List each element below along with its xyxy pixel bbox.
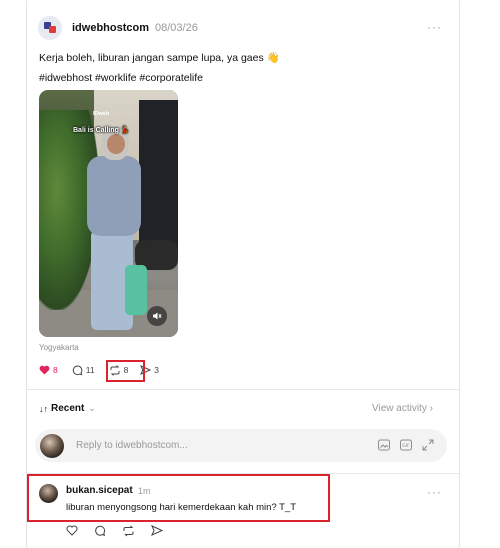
more-options-icon[interactable]: ···: [427, 485, 442, 499]
mute-button[interactable]: [147, 306, 167, 326]
post-location[interactable]: Yogyakarta: [39, 343, 79, 352]
repost-icon[interactable]: [122, 525, 135, 537]
heart-outline-icon[interactable]: [66, 525, 78, 536]
comment-text: liburan menyongsong hari kemerdekaan kah…: [66, 502, 297, 513]
gif-icon[interactable]: GIF: [399, 438, 413, 452]
avatar[interactable]: [38, 16, 62, 40]
avatar[interactable]: [39, 484, 58, 503]
post-date: 08/03/26: [155, 22, 198, 34]
speaker-muted-icon: [153, 312, 162, 320]
sort-icon: ↓↑: [39, 403, 48, 414]
repost-highlight-box: [106, 360, 145, 382]
share-count: 3: [154, 365, 160, 375]
reply-input[interactable]: Reply to idwebhostcom... GIF: [35, 429, 447, 462]
avatar: [40, 433, 64, 458]
chevron-down-icon: ⌄: [88, 403, 96, 413]
logo-shape: [49, 26, 56, 33]
reply-placeholder: Reply to idwebhostcom...: [76, 440, 188, 451]
divider: [27, 389, 459, 390]
post-text: Kerja boleh, liburan jangan sampe lupa, …: [39, 51, 280, 64]
post-text-line: Kerja boleh, liburan jangan sampe lupa, …: [39, 52, 264, 64]
more-options-icon[interactable]: ···: [427, 20, 442, 34]
view-activity-link[interactable]: View activity ›: [372, 403, 433, 414]
post-video[interactable]: IDweb Bali is Calling 💃: [39, 90, 178, 337]
post-header: idwebhostcom 08/03/26: [38, 16, 198, 40]
like-button[interactable]: 8: [39, 365, 58, 375]
comment-button[interactable]: 11: [72, 364, 95, 376]
image-icon[interactable]: [377, 438, 391, 452]
reply-tools: GIF: [377, 438, 435, 452]
video-watermark: IDweb: [93, 111, 110, 117]
post-hashtags[interactable]: #idwebhost #worklife #corporatelife: [39, 72, 203, 84]
comment-actions: [66, 525, 163, 537]
comment-bubble-icon[interactable]: [94, 525, 106, 537]
comment-time: 1m: [138, 486, 151, 496]
sort-label: Recent: [51, 403, 85, 414]
send-icon[interactable]: [151, 525, 163, 536]
comment-username[interactable]: bukan.sicepat: [66, 485, 133, 496]
comment-highlight-box: [27, 474, 330, 522]
post-username[interactable]: idwebhostcom: [72, 22, 149, 34]
like-count: 8: [53, 365, 58, 375]
sort-dropdown[interactable]: ↓↑ Recent ⌄: [39, 403, 96, 414]
post-actions: 8 11 8 3: [39, 362, 169, 378]
heart-icon: [39, 365, 50, 375]
expand-icon[interactable]: [421, 438, 435, 452]
video-caption: Bali is Calling 💃: [73, 127, 130, 134]
comment-count: 11: [85, 365, 95, 375]
svg-text:GIF: GIF: [402, 443, 410, 449]
comment-bubble-icon: [72, 364, 83, 375]
wave-emoji-icon: 👋: [266, 52, 280, 64]
